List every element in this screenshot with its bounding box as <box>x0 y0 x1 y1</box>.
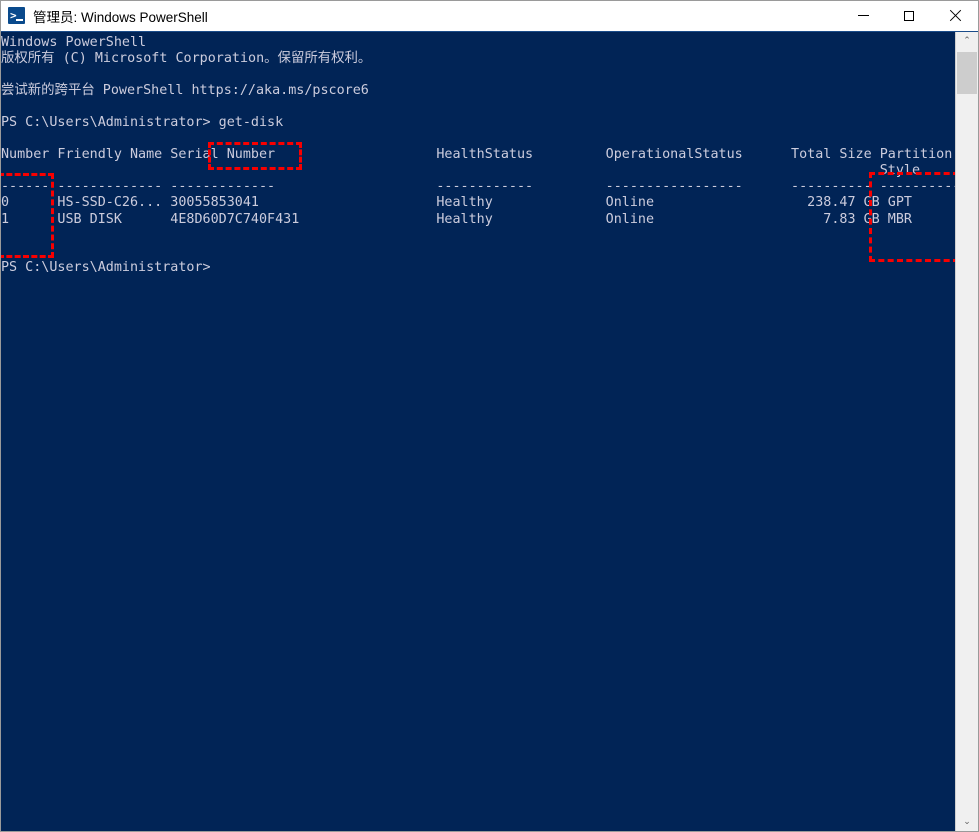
powershell-window: 管理员: Windows PowerShell Windows PowerShe… <box>0 0 979 832</box>
scrollbar-up-arrow-icon[interactable]: ⌃ <box>956 32 978 50</box>
console-area: Windows PowerShell 版权所有 (C) Microsoft Co… <box>1 31 978 831</box>
scrollbar-down-arrow-icon[interactable]: ⌄ <box>956 813 978 831</box>
close-icon <box>949 10 961 22</box>
minimize-icon <box>858 15 869 16</box>
console-output-pane[interactable]: Windows PowerShell 版权所有 (C) Microsoft Co… <box>1 32 955 831</box>
maximize-button[interactable] <box>886 1 932 30</box>
title-bar[interactable]: 管理员: Windows PowerShell <box>1 1 978 31</box>
close-button[interactable] <box>932 1 978 30</box>
powershell-icon <box>8 7 25 24</box>
window-title: 管理员: Windows PowerShell <box>33 6 208 26</box>
scrollbar-track[interactable] <box>956 50 978 813</box>
window-controls <box>840 1 978 30</box>
vertical-scrollbar[interactable]: ⌃ ⌄ <box>955 32 978 831</box>
minimize-button[interactable] <box>840 1 886 30</box>
console-text: Windows PowerShell 版权所有 (C) Microsoft Co… <box>1 35 955 276</box>
maximize-icon <box>904 11 914 21</box>
scrollbar-thumb[interactable] <box>957 52 977 94</box>
